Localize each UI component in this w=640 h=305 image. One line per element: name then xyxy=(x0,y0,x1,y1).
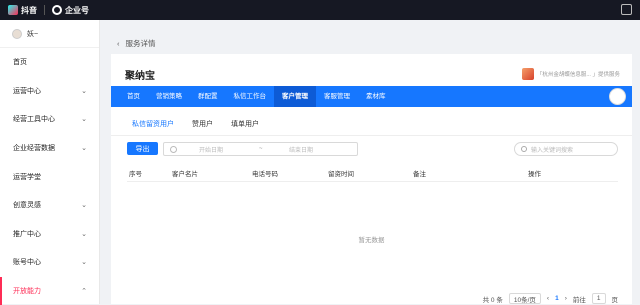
tab-group-config[interactable]: 群配置 xyxy=(190,86,226,107)
subtab-dm-leads[interactable]: 私信留资用户 xyxy=(123,115,183,136)
chevron-down-icon: ⌄ xyxy=(81,145,87,153)
sidebar: 妖~ 首页 运营中心 ⌄ 经营工具中心 ⌄ 企业经营数据 ⌄ 运营学堂 创意灵感 ⌄ 推… xyxy=(0,20,100,305)
main-content: ‹ 服务详情 聚纳宝 「杭州金胡蝶信息服... 」提供服务 首页 营销策略 群配… xyxy=(101,20,640,304)
table-header: 序号 客户名片 电话号码 留资时间 备注 操作 xyxy=(127,162,618,182)
main-tabs: 首页 营销策略 群配置 私信工作台 客户管理 客服管理 素材库 xyxy=(111,86,632,107)
prev-page-icon[interactable]: ‹ xyxy=(547,295,549,302)
tab-service-management[interactable]: 客服管理 xyxy=(316,86,358,107)
chevron-down-icon: ⌄ xyxy=(81,87,87,95)
clock-icon xyxy=(170,145,177,153)
sidebar-item-data[interactable]: 企业经营数据 ⌄ xyxy=(0,134,99,163)
divider xyxy=(111,135,632,136)
service-card: 聚纳宝 「杭州金胡蝶信息服... 」提供服务 首页 营销策略 群配置 私信工作台… xyxy=(111,54,632,304)
sidebar-item-operations[interactable]: 运营中心 ⌄ xyxy=(0,77,99,106)
chevron-up-icon: ⌃ xyxy=(81,288,87,296)
tab-home[interactable]: 首页 xyxy=(119,86,148,107)
search-placeholder: 输入关键词搜索 xyxy=(531,147,574,154)
sidebar-item-open-capability[interactable]: 开放能力 ⌃ xyxy=(0,276,99,305)
sidebar-item-account[interactable]: 账号中心 ⌄ xyxy=(0,248,99,277)
partner-text: 「杭州金胡蝶信息服... 」提供服务 xyxy=(536,72,620,78)
avatar[interactable] xyxy=(609,88,626,105)
export-button[interactable]: 导出 xyxy=(127,142,158,155)
chevron-down-icon: ⌄ xyxy=(81,202,87,210)
next-page-icon[interactable]: › xyxy=(565,295,567,302)
briefcase-icon[interactable] xyxy=(621,4,632,15)
search-icon xyxy=(521,146,527,152)
end-date-input[interactable]: 结束日期 xyxy=(289,145,313,154)
chevron-down-icon: ⌄ xyxy=(81,116,87,124)
column-lead-time: 留资时间 xyxy=(328,171,354,178)
breadcrumb[interactable]: ‹ 服务详情 xyxy=(117,38,156,49)
subtab-like-users[interactable]: 赞用户 xyxy=(183,115,222,136)
sidebar-item-academy[interactable]: 运营学堂 xyxy=(0,162,99,191)
enterprise-logo[interactable]: 企业号 xyxy=(52,5,89,16)
back-icon[interactable]: ‹ xyxy=(117,39,120,48)
column-customer-card: 客户名片 xyxy=(172,171,198,178)
goto-suffix: 页 xyxy=(611,296,619,304)
douyin-logo[interactable]: 抖音 xyxy=(8,5,37,16)
date-separator: ~ xyxy=(259,146,263,152)
divider xyxy=(44,5,45,15)
search-input[interactable]: 输入关键词搜索 xyxy=(514,142,618,156)
empty-state: 暂无数据 xyxy=(358,237,385,244)
page-size-select[interactable]: 10条/页 xyxy=(508,293,541,304)
partner-logo-icon xyxy=(521,68,534,80)
date-range-picker[interactable]: 开始日期 ~ 结束日期 xyxy=(163,142,358,156)
goto-page-input[interactable]: 1 xyxy=(591,293,606,304)
sidebar-item-inspiration[interactable]: 创意灵感 ⌄ xyxy=(0,191,99,220)
douyin-icon xyxy=(8,5,18,15)
goto-label: 前往 xyxy=(572,296,586,304)
breadcrumb-label: 服务详情 xyxy=(125,39,156,48)
chevron-down-icon: ⌄ xyxy=(81,230,87,238)
column-phone: 电话号码 xyxy=(252,171,278,178)
enterprise-brand-text: 企业号 xyxy=(65,5,89,15)
sub-tabs: 私信留资用户 赞用户 填单用户 xyxy=(123,115,268,136)
user-name: 妖~ xyxy=(27,30,39,38)
tab-assets[interactable]: 素材库 xyxy=(358,86,394,107)
sidebar-item-promotion[interactable]: 推广中心 ⌄ xyxy=(0,220,99,249)
tab-customer-management[interactable]: 客户管理 xyxy=(274,86,316,107)
column-index: 序号 xyxy=(129,171,142,178)
start-date-input[interactable]: 开始日期 xyxy=(199,145,259,154)
top-bar: 抖音 企业号 xyxy=(0,0,640,20)
sidebar-item-tools[interactable]: 经营工具中心 ⌄ xyxy=(0,105,99,134)
pagination: 共 0 条 10条/页 ‹ 1 › 前往 1 页 xyxy=(483,293,618,304)
page-title: 聚纳宝 xyxy=(125,71,155,82)
tab-dm-workbench[interactable]: 私信工作台 xyxy=(226,86,275,107)
enterprise-icon xyxy=(52,5,62,15)
douyin-brand-text: 抖音 xyxy=(21,5,37,15)
sidebar-item-home[interactable]: 首页 xyxy=(0,48,99,77)
subtab-form-users[interactable]: 填单用户 xyxy=(222,115,268,136)
tab-marketing[interactable]: 营销策略 xyxy=(148,86,190,107)
column-remark: 备注 xyxy=(413,171,426,178)
total-count: 共 0 条 xyxy=(482,296,503,304)
current-page[interactable]: 1 xyxy=(555,295,559,302)
avatar xyxy=(12,28,22,39)
column-actions: 操作 xyxy=(528,171,541,178)
user-profile[interactable]: 妖~ xyxy=(0,20,99,48)
partner-info: 「杭州金胡蝶信息服... 」提供服务 xyxy=(521,68,620,80)
chevron-down-icon: ⌄ xyxy=(81,259,87,267)
